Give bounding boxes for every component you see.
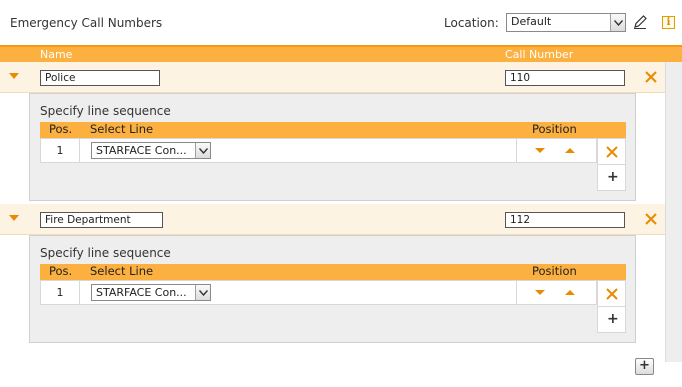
row-position: 1 bbox=[41, 281, 80, 304]
line-sequence-label: Specify line sequence bbox=[40, 104, 171, 118]
column-header-bar: Name Call Number bbox=[0, 45, 682, 62]
pencil-icon[interactable] bbox=[632, 14, 648, 30]
location-label: Location: bbox=[444, 16, 499, 30]
name-field[interactable]: Fire Department bbox=[40, 212, 163, 228]
line-sequence-label: Specify line sequence bbox=[40, 246, 171, 260]
line-select-value: STARFACE Con... bbox=[96, 144, 187, 157]
header-position: Position bbox=[532, 122, 577, 136]
divider bbox=[598, 306, 625, 307]
chevron-down-icon bbox=[195, 285, 210, 300]
call-number-field[interactable]: 110 bbox=[505, 70, 625, 86]
location-select[interactable]: Default bbox=[506, 13, 626, 32]
scrollbar-track[interactable] bbox=[665, 62, 682, 362]
table-row: 1 STARFACE Con... bbox=[40, 280, 597, 305]
name-field[interactable]: Police bbox=[40, 70, 160, 86]
table-row: 1 STARFACE Con... bbox=[40, 138, 597, 163]
chevron-down-icon[interactable] bbox=[9, 73, 19, 79]
arrow-up-icon[interactable] bbox=[565, 290, 575, 295]
header-select-line: Select Line bbox=[90, 264, 154, 278]
line-sequence-panel: Specify line sequence Pos. Select Line P… bbox=[29, 235, 636, 343]
arrow-down-icon[interactable] bbox=[535, 148, 545, 153]
row-position: 1 bbox=[41, 139, 80, 162]
line-select[interactable]: STARFACE Con... bbox=[91, 284, 211, 301]
line-select-value: STARFACE Con... bbox=[96, 286, 187, 299]
header-select-line: Select Line bbox=[90, 122, 154, 136]
chevron-down-icon bbox=[195, 143, 210, 158]
close-icon[interactable] bbox=[605, 145, 619, 159]
chevron-down-icon bbox=[610, 14, 625, 31]
column-header-call-number: Call Number bbox=[505, 48, 574, 61]
close-icon[interactable] bbox=[644, 70, 658, 84]
arrow-down-icon[interactable] bbox=[535, 290, 545, 295]
info-icon[interactable]: i bbox=[662, 16, 675, 29]
plus-icon[interactable]: + bbox=[607, 170, 619, 184]
divider bbox=[598, 164, 625, 165]
line-select[interactable]: STARFACE Con... bbox=[91, 142, 211, 159]
plus-icon[interactable]: + bbox=[607, 312, 619, 326]
location-select-value: Default bbox=[511, 15, 552, 28]
chevron-down-icon[interactable] bbox=[9, 215, 19, 221]
row-actions: + bbox=[597, 280, 626, 333]
column-divider bbox=[516, 281, 517, 304]
line-table-header: Pos. Select Line Position bbox=[40, 264, 626, 280]
header-position: Position bbox=[532, 264, 577, 278]
add-entry-button[interactable]: + bbox=[635, 358, 654, 375]
line-table-header: Pos. Select Line Position bbox=[40, 122, 626, 138]
column-divider bbox=[516, 139, 517, 162]
row-actions: + bbox=[597, 138, 626, 191]
line-sequence-panel: Specify line sequence Pos. Select Line P… bbox=[29, 93, 636, 201]
entry-row: Police 110 bbox=[0, 62, 665, 93]
column-header-name: Name bbox=[40, 48, 73, 61]
call-number-field[interactable]: 112 bbox=[505, 212, 625, 228]
close-icon[interactable] bbox=[644, 212, 658, 226]
page-title: Emergency Call Numbers bbox=[10, 16, 163, 30]
header-pos: Pos. bbox=[49, 122, 73, 136]
arrow-up-icon[interactable] bbox=[565, 148, 575, 153]
entry-row: Fire Department 112 bbox=[0, 204, 665, 235]
header-pos: Pos. bbox=[49, 264, 73, 278]
close-icon[interactable] bbox=[605, 287, 619, 301]
